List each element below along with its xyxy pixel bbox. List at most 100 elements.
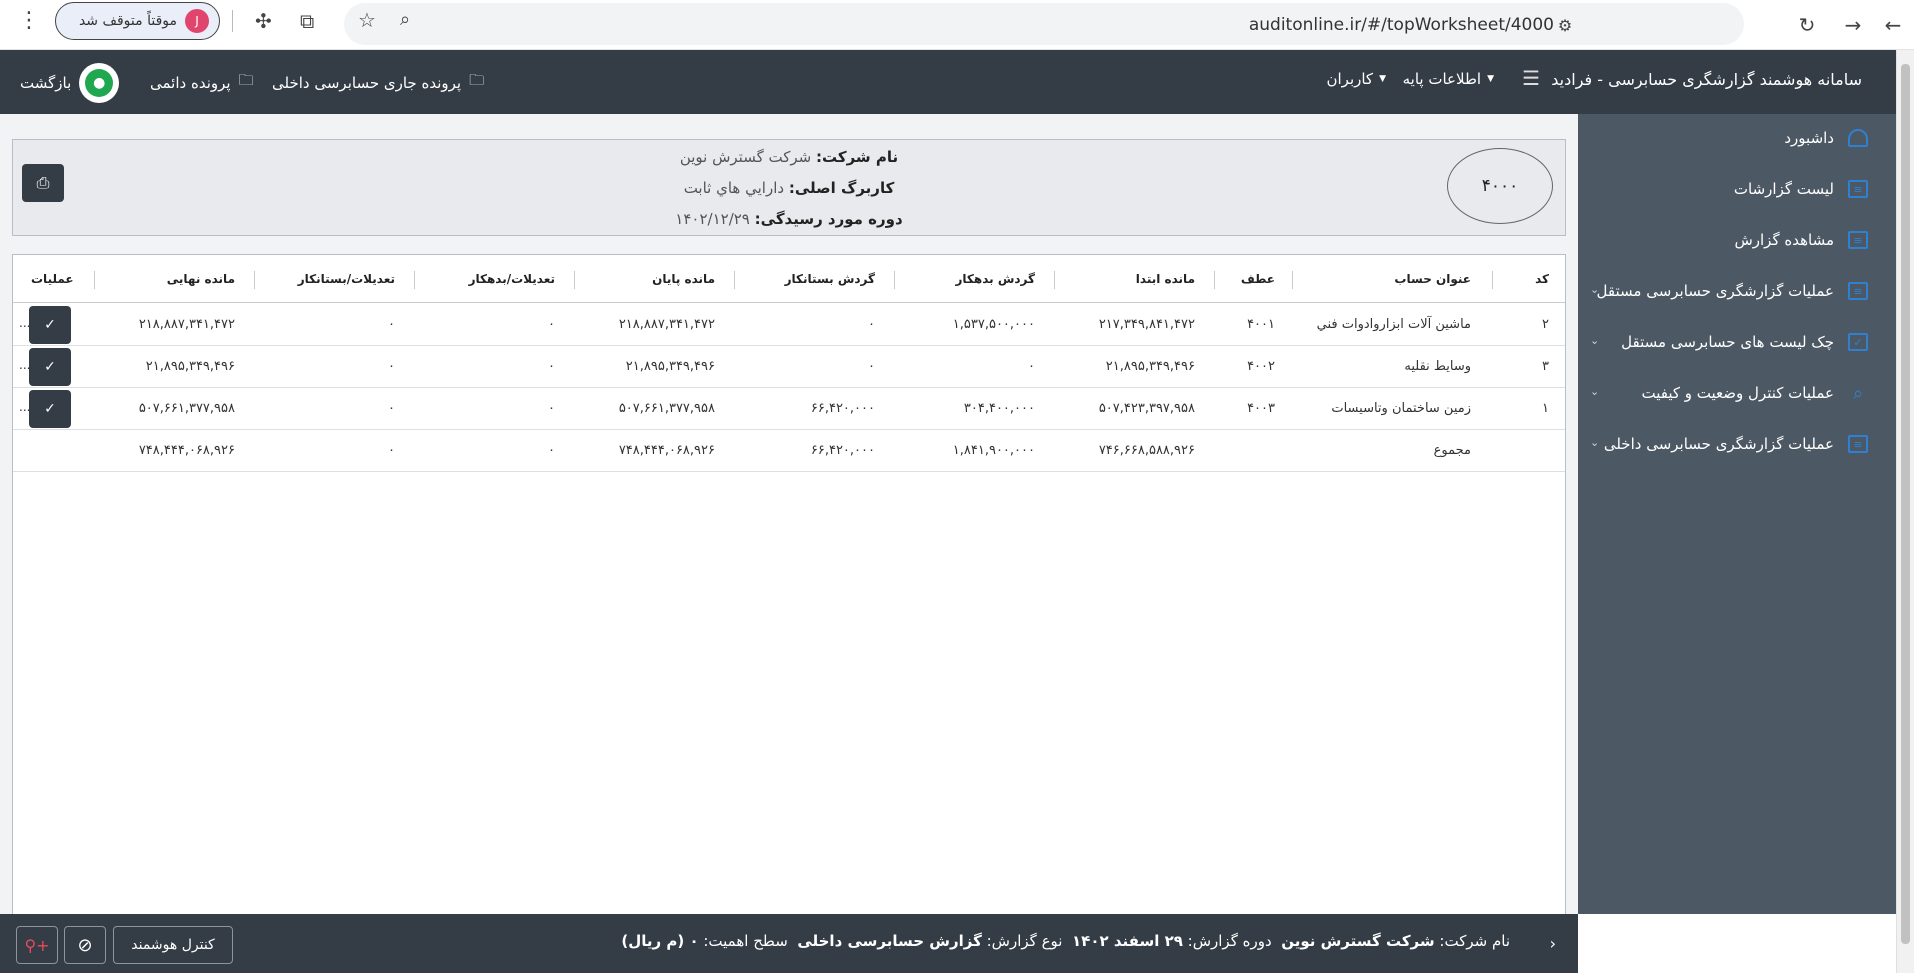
back-button[interactable]: بازگشت ●: [20, 63, 120, 103]
add-user-icon[interactable]: ⚲+: [16, 926, 58, 964]
cell-closing: ۲۱,۸۹۵,۳۴۹,۴۹۶: [625, 359, 715, 374]
column-divider: [734, 271, 735, 289]
period-line: دوره مورد رسیدگی: ۱۴۰۲/۱۲/۲۹: [13, 208, 1565, 239]
browser-menu-icon[interactable]: ⋮: [18, 8, 40, 33]
smart-control-button[interactable]: کنترل هوشمند: [113, 926, 233, 964]
sidebar-item-independent-checklists[interactable]: ⌄ چک لیست های حسابرسی مستقل ✓: [1576, 322, 1896, 362]
column-divider: [414, 271, 415, 289]
worksheet-info-panel: ۴۰۰۰ نام شرکت: شرکت گسترش نوین کاربرگ اص…: [12, 139, 1566, 236]
cell-credit: ۶۶,۴۲۰,۰۰۰: [810, 401, 875, 416]
address-bar[interactable]: auditonline.ir/#/topWorksheet/4000 ⚙: [344, 3, 1744, 45]
app-brand: سامانه هوشمند گزارشگری حسابرسی - فرادید: [1551, 70, 1862, 89]
chevron-right-icon[interactable]: ›: [1550, 934, 1556, 953]
cell-final: ۲۱۸,۸۸۷,۳۴۱,۴۷۲: [138, 317, 235, 332]
col-credit: گردش بستانکار: [784, 271, 875, 286]
sidebar-item-independent-audit-ops[interactable]: ⌄ عملیات گزارشگری حسابرسی مستقل ≡: [1576, 271, 1896, 311]
cell-final: ۲۱,۸۹۵,۳۴۹,۴۹۶: [145, 359, 235, 374]
table-row[interactable]: ۱ زمين ساختمان وتاسيسات ۴۰۰۳ ۵۰۷,۴۲۳,۳۹۷…: [13, 388, 1565, 430]
sidebar-item-view-report[interactable]: مشاهده گزارش ≡: [1576, 220, 1896, 260]
footer-company-value: شرکت گسترش نوین: [1281, 932, 1435, 950]
cell-total-final: ۷۴۸,۴۴۴,۰۶۸,۹۲۶: [138, 443, 235, 458]
report-icon: ≡: [1848, 231, 1868, 249]
document-icon: ≡: [1848, 435, 1868, 453]
chevron-down-icon: ⌄: [1590, 436, 1600, 449]
company-label: نام شرکت:: [816, 148, 899, 166]
current-file-link[interactable]: پرونده جاری حسابرسی داخلی 🗀: [272, 70, 484, 95]
browser-toolbar: ← → ↻ auditonline.ir/#/topWorksheet/4000…: [0, 0, 1914, 50]
back-arrow-icon[interactable]: ←: [1876, 8, 1910, 42]
check-icon: ✓: [44, 317, 56, 333]
menu-users[interactable]: کاربران ▼: [1326, 70, 1386, 88]
permanent-file-link[interactable]: پرونده دائمی 🗀: [150, 70, 254, 95]
cell-account-title: وسايط نقليه: [1404, 359, 1471, 374]
confirm-row-button[interactable]: ✓: [29, 306, 71, 344]
forward-arrow-icon[interactable]: →: [1836, 8, 1870, 42]
url-text[interactable]: auditonline.ir/#/topWorksheet/4000: [1249, 15, 1554, 35]
hamburger-menu-icon[interactable]: ☰: [1522, 66, 1540, 90]
footer-type-label: نوع گزارش:: [986, 932, 1063, 950]
report-meta: نام شرکت: شرکت گسترش نوین دوره گزارش: ۲۹…: [621, 932, 1510, 950]
cell-ref[interactable]: ۴۰۰۲: [1247, 346, 1275, 387]
col-code: کد: [1535, 271, 1549, 286]
extension-icon[interactable]: ⧉: [300, 9, 314, 33]
menu-base-info[interactable]: اطلاعات پایه ▼: [1403, 70, 1494, 88]
sidebar: داشبورد لیست گزارشات ≡ مشاهده گزارش ≡ ⌄ …: [1576, 114, 1896, 914]
cell-debit: ۰: [1028, 359, 1035, 374]
sidebar-item-label: عملیات گزارشگری حسابرسی داخلی: [1603, 435, 1834, 453]
company-line: نام شرکت: شرکت گسترش نوین: [13, 146, 1565, 177]
profile-avatar: J: [185, 9, 209, 33]
table-row[interactable]: ۳ وسايط نقليه ۴۰۰۲ ۲۱,۸۹۵,۳۴۹,۴۹۶ ۰ ۰ ۲۱…: [13, 346, 1565, 388]
sidebar-item-label: چک لیست های حسابرسی مستقل: [1621, 333, 1834, 351]
footer-materiality-label: سطح اهمیت:: [703, 932, 788, 950]
col-adj-credit: تعدیلات/بستانکار: [297, 271, 395, 286]
cell-opening: ۲۱۷,۳۴۹,۸۴۱,۴۷۲: [1098, 317, 1195, 332]
current-file-label: پرونده جاری حسابرسی داخلی: [272, 73, 462, 92]
user-avatar: ●: [79, 63, 120, 103]
cell-adj-credit: ۰: [388, 401, 395, 416]
col-closing: مانده پایان: [652, 271, 715, 286]
column-divider: [254, 271, 255, 289]
cell-total-adj-debit: ۰: [548, 443, 555, 458]
column-divider: [894, 271, 895, 289]
period-value: ۱۴۰۲/۱۲/۲۹: [675, 210, 750, 228]
cell-debit: ۱,۵۳۷,۵۰۰,۰۰۰: [952, 317, 1035, 332]
print-button[interactable]: ⎙: [22, 164, 64, 202]
col-ref: عطف: [1240, 271, 1275, 286]
sidebar-item-dashboard[interactable]: داشبورد: [1576, 118, 1896, 158]
puzzle-extensions-icon[interactable]: ✣: [255, 9, 272, 33]
reload-icon[interactable]: ↻: [1790, 8, 1824, 42]
page-scrollbar[interactable]: [1896, 50, 1914, 973]
scrollbar-thumb[interactable]: [1901, 64, 1910, 944]
sidebar-item-report-list[interactable]: لیست گزارشات ≡: [1576, 169, 1896, 209]
cell-ref[interactable]: ۴۰۰۱: [1247, 304, 1275, 345]
folder-icon: 🗀: [238, 71, 254, 89]
sidebar-item-internal-audit-ops[interactable]: ⌄ عملیات گزارشگری حسابرسی داخلی ≡: [1576, 424, 1896, 464]
menu-users-label: کاربران: [1326, 70, 1374, 88]
cell-credit: ۰: [868, 317, 875, 332]
footer-company-label: نام شرکت:: [1439, 932, 1510, 950]
confirm-row-button[interactable]: ✓: [29, 390, 71, 428]
site-settings-icon[interactable]: ⚙: [1550, 13, 1580, 37]
cell-adj-credit: ۰: [388, 317, 395, 332]
cancel-icon[interactable]: ⊘: [64, 926, 106, 964]
sidebar-item-label: لیست گزارشات: [1733, 180, 1834, 198]
user-icon: ●: [85, 69, 114, 97]
cell-total-debit: ۱,۸۴۱,۹۰۰,۰۰۰: [952, 443, 1035, 458]
checklist-icon: ✓: [1848, 333, 1868, 351]
sheet-line: کاربرگ اصلی: دارايي هاي ثابت: [13, 177, 1565, 208]
cell-account-title: ماشین آلات ابزاروادوات فني: [1316, 317, 1471, 332]
bookmark-star-icon[interactable]: ☆: [358, 8, 376, 32]
confirm-row-button[interactable]: ✓: [29, 348, 71, 386]
table-row[interactable]: ۲ ماشین آلات ابزاروادوات فني ۴۰۰۱ ۲۱۷,۳۴…: [13, 304, 1565, 346]
zoom-icon[interactable]: ⌕: [400, 9, 410, 30]
cell-debit: ۳۰۴,۴۰۰,۰۰۰: [963, 401, 1035, 416]
table-header: کد عنوان حساب عطف مانده ابتدا گردش بدهکا…: [13, 255, 1565, 303]
col-final: مانده نهایی: [166, 271, 235, 286]
column-divider: [574, 271, 575, 289]
dashboard-icon: [1848, 129, 1868, 147]
sidebar-item-label: عملیات کنترل وضعیت و کیفیت: [1641, 384, 1834, 402]
cell-ref[interactable]: ۴۰۰۳: [1247, 388, 1275, 429]
profile-paused-button[interactable]: موقتاً متوقف شد J: [55, 2, 220, 40]
cell-account-title: زمين ساختمان وتاسيسات: [1331, 401, 1471, 416]
sidebar-item-quality-control[interactable]: ⌄ عملیات کنترل وضعیت و کیفیت ⌕: [1576, 373, 1896, 413]
